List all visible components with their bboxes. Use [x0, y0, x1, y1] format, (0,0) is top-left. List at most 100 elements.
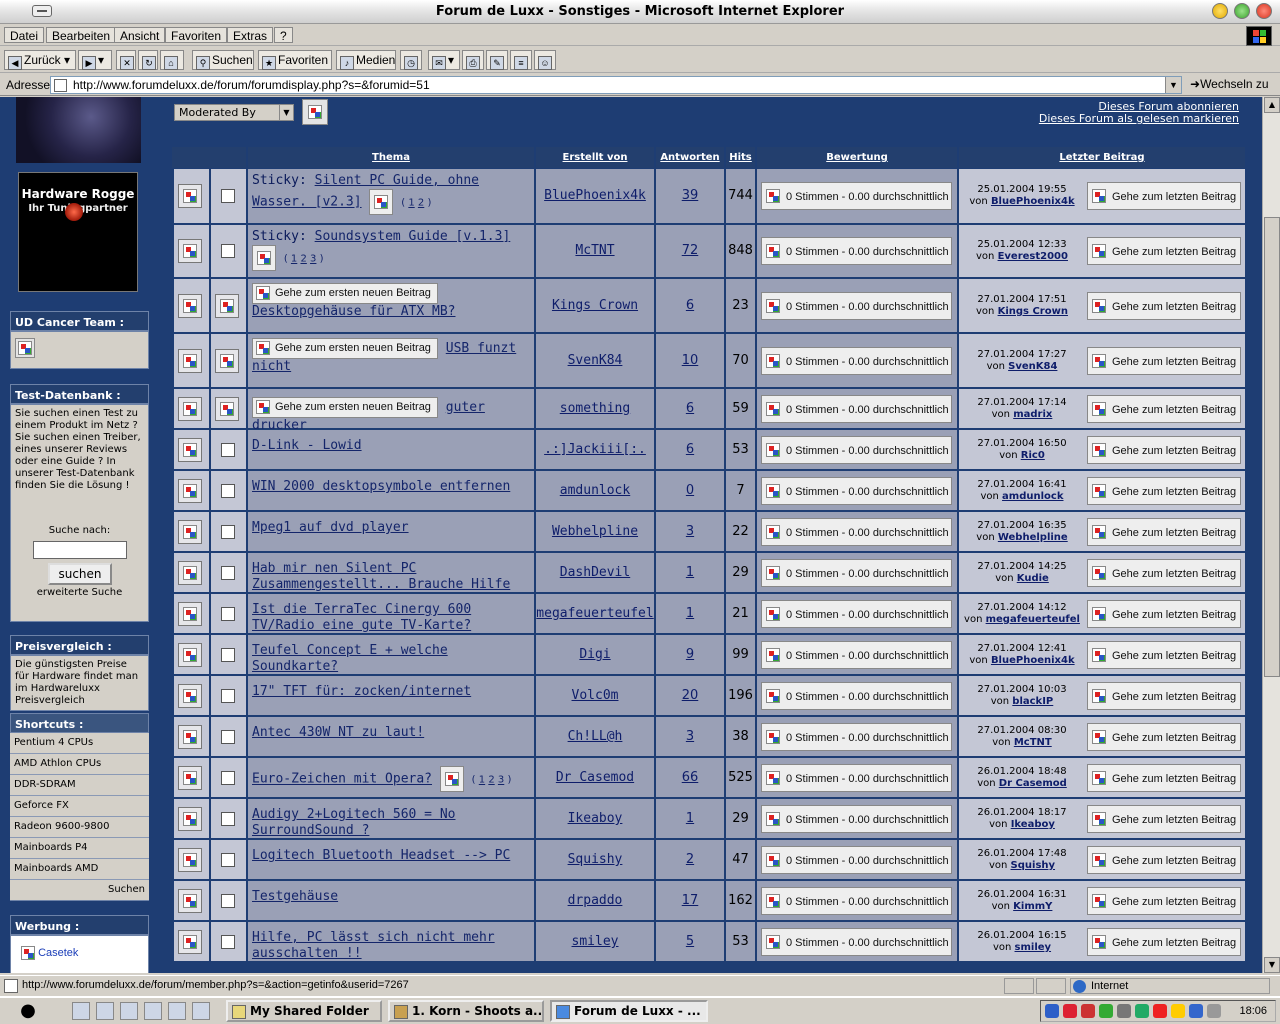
thread-title-link[interactable]: Desktopgehäuse für ATX MB? — [252, 304, 456, 319]
task-shared-folder[interactable]: My Shared Folder — [226, 1000, 382, 1022]
sidebar-search-input[interactable] — [33, 541, 127, 559]
minimize-button[interactable] — [1212, 3, 1228, 19]
last-post-button[interactable]: Gehe zum letzten Beitrag — [1087, 559, 1241, 587]
page-link[interactable]: 2 — [418, 198, 424, 209]
discuss-button[interactable]: ≡ — [510, 50, 532, 70]
tray-icon-10[interactable] — [1207, 1004, 1221, 1018]
mark-forum-read-link[interactable]: Dieses Forum als gelesen markieren — [1039, 112, 1239, 125]
page-link[interactable]: 1 — [408, 198, 414, 209]
thread-author-link[interactable]: something — [536, 401, 654, 416]
menu-extras[interactable]: Extras — [227, 27, 274, 43]
column-erstellt-von[interactable]: Erstellt von — [534, 147, 654, 168]
go-button[interactable]: ➜Wechseln zu — [1190, 77, 1269, 91]
task-media-player[interactable]: 1. Korn - Shoots a... — [388, 1000, 544, 1022]
first-new-post-button[interactable]: Gehe zum ersten neuen Beitrag — [252, 338, 438, 359]
thread-author-link[interactable]: Kings Crown — [536, 298, 654, 313]
replies-link[interactable]: 1 — [656, 565, 724, 580]
column-letzter-beitrag[interactable]: Letzter Beitrag — [957, 147, 1245, 168]
last-post-author-link[interactable]: Dr Casemod — [999, 778, 1067, 789]
replies-link[interactable]: 1 — [656, 606, 724, 621]
start-menu-icon[interactable]: ● — [18, 1001, 38, 1021]
last-post-button[interactable]: Gehe zum letzten Beitrag — [1087, 477, 1241, 505]
last-post-button[interactable]: Gehe zum letzten Beitrag — [1087, 641, 1241, 669]
replies-link[interactable]: 10 — [656, 353, 724, 368]
column-hits[interactable]: Hits — [724, 147, 755, 168]
thread-title-link[interactable]: Hilfe, PC lässt sich nicht mehr ausschal… — [252, 930, 495, 961]
last-post-button[interactable]: Gehe zum letzten Beitrag — [1087, 292, 1241, 320]
scroll-down-icon[interactable]: ▼ — [1264, 957, 1280, 973]
rating-button[interactable]: 0 Stimmen - 0.00 durchschnittlich — [761, 764, 952, 792]
replies-link[interactable]: 6 — [656, 298, 724, 313]
hardware-rogge-banner[interactable]: Hardware Rogge Ihr Tuningpartner — [18, 172, 138, 292]
quicklaunch-media-icon[interactable] — [120, 1002, 138, 1020]
replies-link[interactable]: 72 — [656, 243, 724, 258]
quicklaunch-desktop-icon[interactable] — [72, 1002, 90, 1020]
mail-button[interactable]: ✉ ▾ — [428, 50, 460, 70]
thread-author-link[interactable]: Squishy — [536, 852, 654, 867]
edit-button[interactable]: ✎ — [486, 50, 508, 70]
scroll-thumb[interactable] — [1264, 217, 1280, 677]
thread-title-link[interactable]: Audigy 2+Logitech 560 = No SurroundSound… — [252, 807, 456, 838]
thread-author-link[interactable]: Ch!LL@h — [536, 729, 654, 744]
thread-author-link[interactable]: smiley — [536, 934, 654, 949]
ad-link[interactable]: Casetek — [21, 946, 78, 960]
shortcut-radeon[interactable]: Radeon 9600-9800 — [10, 817, 149, 838]
thread-author-link[interactable]: megafeuerteufel — [536, 606, 654, 621]
last-post-author-link[interactable]: BluePhoenix4k — [991, 196, 1075, 207]
tray-icon-3[interactable] — [1081, 1004, 1095, 1018]
rating-button[interactable]: 0 Stimmen - 0.00 durchschnittlich — [761, 641, 952, 669]
last-post-button[interactable]: Gehe zum letzten Beitrag — [1087, 518, 1241, 546]
replies-link[interactable]: 3 — [656, 729, 724, 744]
page-link[interactable]: 1 — [479, 775, 485, 786]
last-post-author-link[interactable]: Ikeaboy — [1011, 819, 1055, 830]
tray-icon-6[interactable] — [1135, 1004, 1149, 1018]
moderated-by-select[interactable]: Moderated By ▼ — [174, 104, 294, 121]
rating-button[interactable]: 0 Stimmen - 0.00 durchschnittlich — [761, 682, 952, 710]
column-antworten[interactable]: Antworten — [654, 147, 724, 168]
last-post-button[interactable]: Gehe zum letzten Beitrag — [1087, 846, 1241, 874]
tray-icon-4[interactable] — [1099, 1004, 1113, 1018]
cancer-team-image-button[interactable] — [15, 338, 35, 358]
print-button[interactable]: ⎙ — [462, 50, 484, 70]
last-post-button[interactable]: Gehe zum letzten Beitrag — [1087, 682, 1241, 710]
replies-link[interactable]: 39 — [656, 188, 724, 203]
price-comparison-box[interactable]: Die günstigsten Preise für Hardware find… — [10, 655, 149, 711]
last-post-button[interactable]: Gehe zum letzten Beitrag — [1087, 182, 1241, 210]
favorites-button[interactable]: ★ Favoriten — [258, 50, 332, 70]
last-post-button[interactable]: Gehe zum letzten Beitrag — [1087, 887, 1241, 915]
rating-button[interactable]: 0 Stimmen - 0.00 durchschnittlich — [761, 182, 952, 210]
thread-author-link[interactable]: .:]Jackiii[:. — [536, 442, 654, 457]
sidebar-search-button[interactable]: suchen — [48, 563, 112, 585]
thread-title-link[interactable]: 17" TFT für: zocken/internet — [252, 684, 471, 699]
page-link[interactable]: 3 — [498, 775, 504, 786]
thread-title-link[interactable]: Logitech Bluetooth Headset --> PC — [252, 848, 510, 863]
back-button[interactable]: ◀ Zurück ▾ — [4, 50, 76, 70]
thread-author-link[interactable]: SvenK84 — [536, 353, 654, 368]
forward-button[interactable]: ▶ ▾ — [78, 50, 112, 70]
tray-icon-5[interactable] — [1117, 1004, 1131, 1018]
replies-link[interactable]: 20 — [656, 688, 724, 703]
thread-author-link[interactable]: Dr Casemod — [536, 770, 654, 785]
moderated-by-go-button[interactable] — [302, 99, 328, 125]
tray-icon-9[interactable] — [1189, 1004, 1203, 1018]
replies-link[interactable]: 3 — [656, 524, 724, 539]
history-button[interactable]: ◷ — [400, 50, 422, 70]
last-post-author-link[interactable]: smiley — [1015, 942, 1052, 953]
first-new-post-button[interactable]: Gehe zum ersten neuen Beitrag — [252, 283, 438, 304]
rating-button[interactable]: 0 Stimmen - 0.00 durchschnittlich — [761, 846, 952, 874]
last-post-author-link[interactable]: Kudie — [1017, 573, 1049, 584]
last-post-author-link[interactable]: Kings Crown — [998, 306, 1068, 317]
last-post-button[interactable]: Gehe zum letzten Beitrag — [1087, 436, 1241, 464]
address-dropdown-icon[interactable]: ▼ — [1165, 77, 1181, 93]
thread-author-link[interactable]: McTNT — [536, 243, 654, 258]
last-post-author-link[interactable]: amdunlock — [1002, 491, 1063, 502]
last-post-button[interactable]: Gehe zum letzten Beitrag — [1087, 395, 1241, 423]
column-thema[interactable]: Thema — [246, 147, 534, 168]
maximize-button[interactable] — [1234, 3, 1250, 19]
last-post-button[interactable]: Gehe zum letzten Beitrag — [1087, 723, 1241, 751]
thread-title-link[interactable]: Antec 430W NT zu laut! — [252, 725, 424, 740]
thread-author-link[interactable]: Ikeaboy — [536, 811, 654, 826]
last-post-button[interactable]: Gehe zum letzten Beitrag — [1087, 805, 1241, 833]
shortcut-athlon[interactable]: AMD Athlon CPUs — [10, 754, 149, 775]
rating-button[interactable]: 0 Stimmen - 0.00 durchschnittlich — [761, 237, 952, 265]
